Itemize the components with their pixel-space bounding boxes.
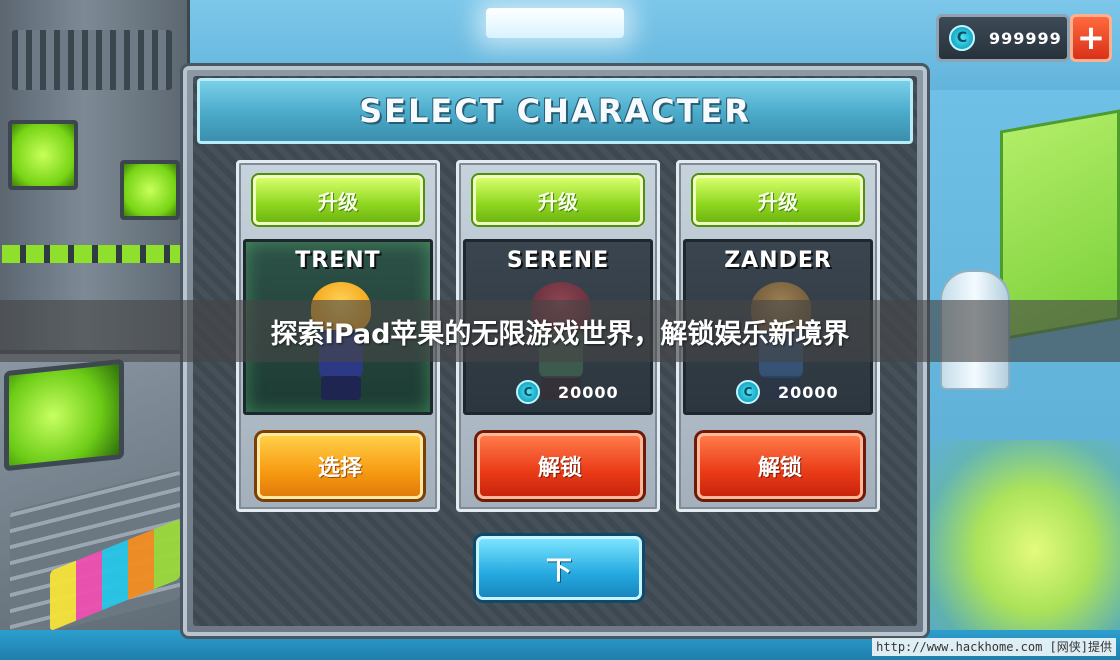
character-name: SERENE — [506, 248, 610, 273]
coin-icon: C — [949, 25, 975, 51]
currency-amount: 999999 — [989, 28, 1062, 48]
left-radar-monitor — [4, 358, 124, 472]
upgrade-button-trent[interactable]: 升级 — [253, 175, 423, 225]
upgrade-button-serene[interactable]: 升级 — [473, 175, 643, 225]
price-tag-serene: C 20000 — [516, 376, 650, 408]
select-button-trent[interactable]: 选择 — [257, 433, 423, 499]
price-amount: 20000 — [778, 382, 839, 402]
led-indicator-row — [2, 245, 182, 263]
page-title: SELECT CHARACTER — [359, 92, 751, 130]
caption-text: 探索iPad苹果的无限游戏世界，解锁娱乐新境界 — [270, 318, 850, 350]
upgrade-button-zander[interactable]: 升级 — [693, 175, 863, 225]
add-currency-button[interactable]: + — [1070, 14, 1112, 62]
next-button[interactable]: 下 — [476, 536, 642, 600]
coin-icon: C — [516, 380, 540, 404]
left-vent-grille — [12, 30, 172, 90]
ceiling-light — [486, 8, 624, 38]
caption-banner: 探索iPad苹果的无限游戏世界，解锁娱乐新境界 — [0, 300, 1120, 362]
plus-icon: + — [1076, 18, 1106, 58]
character-name: ZANDER — [724, 248, 832, 273]
title-bar: SELECT CHARACTER — [197, 78, 913, 144]
right-hologram — [930, 440, 1120, 640]
figure-legs — [321, 376, 361, 400]
price-tag-zander: C 20000 — [736, 376, 870, 408]
price-amount: 20000 — [558, 382, 619, 402]
left-green-screen-small — [120, 160, 180, 220]
currency-display: C 999999 — [936, 14, 1070, 62]
left-green-screen — [8, 120, 78, 190]
character-name: TRENT — [295, 248, 381, 273]
unlock-button-serene[interactable]: 解锁 — [477, 433, 643, 499]
watermark: http://www.hackhome.com [网侠]提供 — [872, 638, 1116, 656]
coin-icon: C — [736, 380, 760, 404]
unlock-button-zander[interactable]: 解锁 — [697, 433, 863, 499]
